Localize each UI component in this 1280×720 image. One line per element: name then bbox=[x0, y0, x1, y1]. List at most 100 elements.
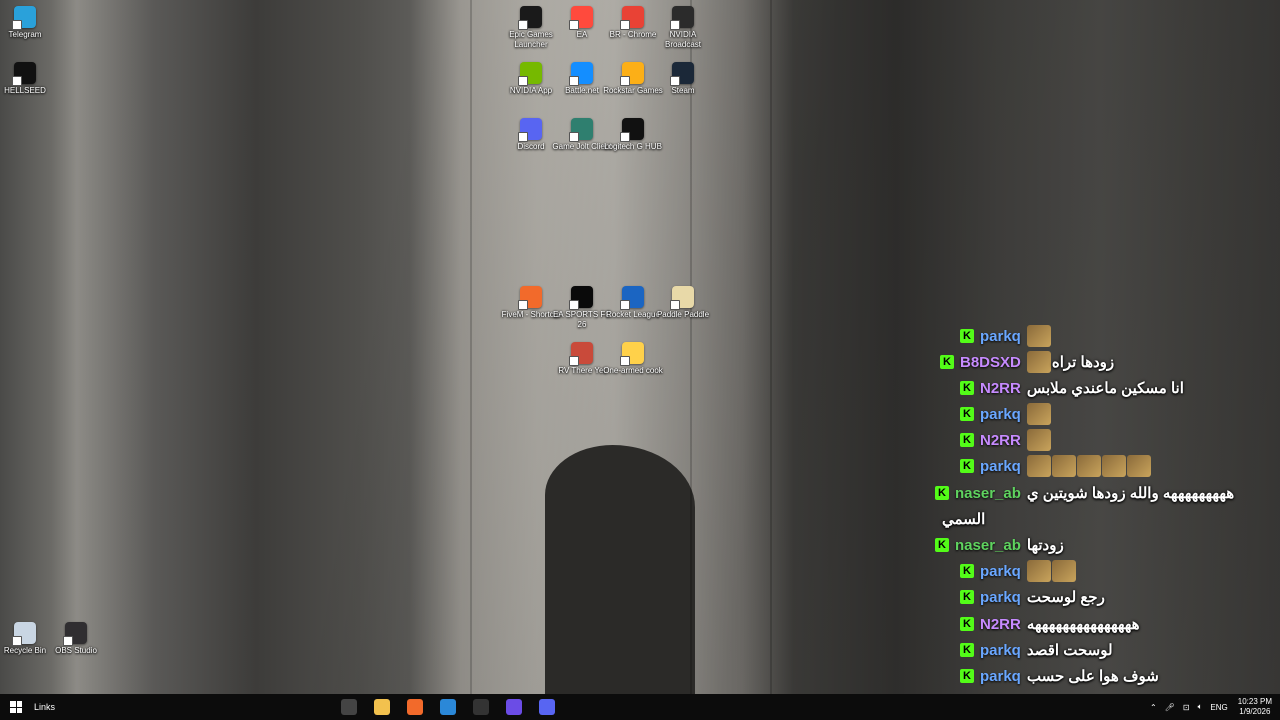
chrome-icon bbox=[620, 6, 644, 30]
chat-message: Kparkq bbox=[960, 559, 1077, 583]
taskbar-app[interactable] bbox=[332, 694, 365, 720]
chat-message: Kparkq bbox=[960, 454, 1152, 478]
taskbar-apps bbox=[332, 694, 563, 720]
desktop-shortcut[interactable]: Paddle Paddle bbox=[655, 286, 711, 320]
microphone-icon[interactable]: 🎤︎ bbox=[1165, 703, 1175, 712]
eafc-icon bbox=[569, 286, 593, 310]
desktop-shortcut-label: Logitech G HUB bbox=[604, 142, 662, 151]
desktop-shortcut[interactable]: NVIDIA Broadcast bbox=[655, 6, 711, 50]
kick-badge-icon: K bbox=[940, 355, 954, 369]
kick-badge-icon: K bbox=[935, 486, 949, 500]
chat-username[interactable]: parkq bbox=[980, 458, 1021, 475]
taskbar-app[interactable] bbox=[431, 694, 464, 720]
discord-icon bbox=[518, 118, 542, 142]
chat-message-text: شوف هوا على حسب bbox=[1026, 668, 1159, 685]
chat-emote bbox=[1026, 429, 1051, 451]
chat-emote bbox=[1076, 455, 1101, 477]
start-button[interactable] bbox=[0, 694, 32, 720]
desktop-shortcut[interactable]: EA SPORTS FC 26 bbox=[553, 286, 611, 330]
desktop-shortcut[interactable]: Game Jolt Client bbox=[552, 118, 612, 152]
network-icon[interactable]: ⊡ bbox=[1183, 703, 1190, 712]
chat-message: Kparkq bbox=[960, 402, 1052, 426]
chat-message-text: زودتها bbox=[1026, 537, 1064, 554]
fivem-icon bbox=[518, 286, 542, 310]
desktop-shortcut-label: NVIDIA Broadcast bbox=[664, 30, 702, 49]
desktop-shortcut[interactable]: Epic Games Launcher bbox=[503, 6, 559, 50]
chat-message: السمي bbox=[942, 507, 985, 531]
microsoft-store-icon bbox=[439, 699, 456, 715]
kick-badge-icon: K bbox=[960, 617, 974, 631]
desktop-shortcut[interactable]: EA bbox=[554, 6, 610, 40]
hellseed-icon bbox=[12, 62, 36, 86]
desktop-shortcut[interactable]: One-armed cook bbox=[603, 342, 663, 376]
wallpaper-streak bbox=[770, 0, 772, 694]
chat-message: Kparkq رجع لوسحت bbox=[960, 585, 1105, 609]
chat-message: Kparkq bbox=[960, 324, 1052, 348]
desktop-shortcut[interactable]: Steam bbox=[655, 62, 711, 96]
chat-username[interactable]: N2RR bbox=[980, 616, 1021, 633]
taskbar-app[interactable] bbox=[464, 694, 497, 720]
taskbar: Links ⌃ 🎤︎ ⊡ 🔈︎ ENG 10:23 PM 1/9/2026 bbox=[0, 694, 1280, 720]
chat-message: Kparkq لوسحت اقصد bbox=[960, 638, 1113, 662]
desktop-shortcut[interactable]: Logitech G HUB bbox=[604, 118, 662, 152]
obs-icon bbox=[63, 622, 87, 646]
chat-username[interactable]: parkq bbox=[980, 328, 1021, 345]
taskbar-app[interactable] bbox=[497, 694, 530, 720]
chat-message-text: هههههههههههههههه bbox=[1026, 616, 1140, 633]
paddle-icon bbox=[670, 286, 694, 310]
wallpaper-rock-shadow bbox=[545, 445, 695, 695]
chat-username[interactable]: parkq bbox=[980, 642, 1021, 659]
epic-games-icon bbox=[518, 6, 542, 30]
chat-emote bbox=[1051, 560, 1076, 582]
chat-message-text: السمي bbox=[942, 511, 986, 528]
nvidia-broadcast-icon bbox=[670, 6, 694, 30]
rockstar-icon bbox=[620, 62, 644, 86]
taskbar-app[interactable] bbox=[530, 694, 563, 720]
clock-time: 10:23 PM bbox=[1237, 697, 1272, 706]
gamejolt-icon bbox=[569, 118, 593, 142]
chat-message-text: زودها تراه bbox=[1051, 354, 1115, 371]
chat-emote bbox=[1026, 455, 1051, 477]
system-tray: ⌃ 🎤︎ ⊡ 🔈︎ ENG 10:23 PM 1/9/2026 bbox=[1142, 694, 1272, 720]
settings-icon bbox=[340, 699, 357, 715]
kick-badge-icon: K bbox=[960, 564, 974, 578]
desktop-shortcut[interactable]: RV There Yet bbox=[554, 342, 610, 376]
recycle-bin-icon bbox=[12, 622, 36, 646]
steam-icon bbox=[670, 62, 694, 86]
taskbar-app[interactable] bbox=[398, 694, 431, 720]
chat-username[interactable]: N2RR bbox=[980, 380, 1021, 397]
chat-emote bbox=[1026, 351, 1051, 373]
desktop-shortcut[interactable]: Battle.net bbox=[554, 62, 610, 96]
chat-username[interactable]: parkq bbox=[980, 406, 1021, 423]
logitech-icon bbox=[620, 118, 644, 142]
desktop-shortcut[interactable]: OBS Studio bbox=[48, 622, 104, 656]
kick-badge-icon: K bbox=[960, 329, 974, 343]
desktop-shortcut[interactable]: Telegram bbox=[0, 6, 53, 40]
volume-icon[interactable]: 🔈︎ bbox=[1198, 702, 1203, 712]
desktop-shortcut-label: Steam bbox=[671, 86, 695, 95]
taskbar-app[interactable] bbox=[365, 694, 398, 720]
chat-username[interactable]: parkq bbox=[980, 563, 1021, 580]
chat-username[interactable]: naser_ab bbox=[955, 485, 1021, 502]
kick-badge-icon: K bbox=[960, 381, 974, 395]
kick-badge-icon: K bbox=[960, 407, 974, 421]
file-explorer-icon bbox=[373, 699, 390, 715]
chat-username[interactable]: naser_ab bbox=[955, 537, 1021, 554]
chat-username[interactable]: B8DSXD bbox=[960, 354, 1021, 371]
chat-message: Knaser_ab هههههههههه والله زودها شويتين ي bbox=[935, 481, 1234, 505]
clock[interactable]: 10:23 PM 1/9/2026 bbox=[1238, 697, 1272, 717]
language-indicator[interactable]: ENG bbox=[1210, 703, 1227, 712]
ea-icon bbox=[569, 6, 593, 30]
chat-username[interactable]: parkq bbox=[980, 589, 1021, 606]
desktop-shortcut[interactable]: Discord bbox=[503, 118, 559, 152]
chat-emote bbox=[1026, 560, 1051, 582]
chat-username[interactable]: parkq bbox=[980, 668, 1021, 685]
desktop-shortcut[interactable]: HELLSEED bbox=[0, 62, 53, 96]
chat-username[interactable]: N2RR bbox=[980, 432, 1021, 449]
desktop-shortcut[interactable]: NVIDIA App bbox=[503, 62, 559, 96]
fivem-icon bbox=[406, 699, 423, 715]
links-toolbar[interactable]: Links bbox=[34, 702, 55, 712]
desktop-shortcut[interactable]: FiveM - Shortcut bbox=[502, 286, 560, 320]
chat-message: Kparkq شوف هوا على حسب bbox=[960, 664, 1159, 688]
chevron-up-icon[interactable]: ⌃ bbox=[1150, 703, 1157, 712]
